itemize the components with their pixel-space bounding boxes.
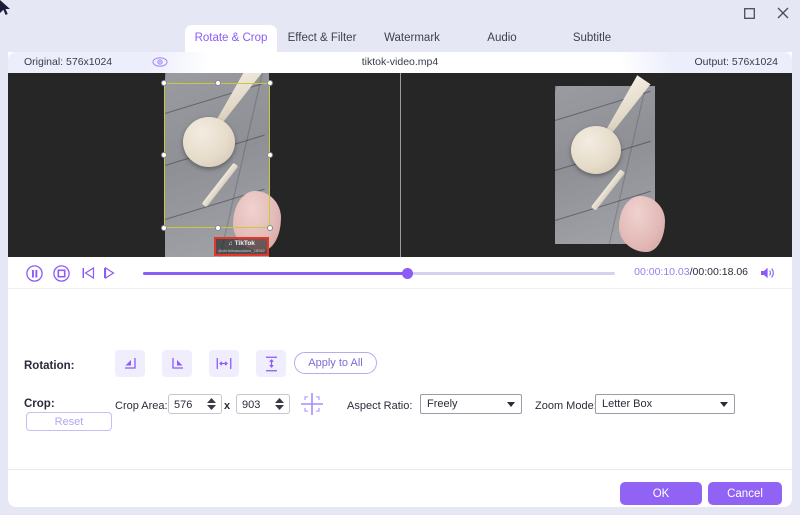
apply-to-all-button[interactable]: Apply to All — [294, 352, 377, 374]
crop-handle-se[interactable] — [267, 225, 273, 231]
hand — [619, 196, 665, 252]
zoom-mode-label: Zoom Mode: — [535, 400, 597, 412]
total-time-label: 00:00:18.06 — [692, 266, 748, 278]
crop-height-input[interactable] — [242, 397, 272, 412]
output-preview-pane[interactable] — [400, 73, 792, 257]
maximize-icon[interactable] — [740, 4, 758, 22]
next-frame-icon[interactable] — [104, 266, 118, 285]
stop-icon[interactable] — [53, 265, 70, 287]
original-preview-pane[interactable]: ♫ TikTok @christinascuisine_18042 — [8, 73, 400, 257]
tab-effect-filter[interactable]: Effect & Filter — [277, 25, 367, 52]
crop-handle-sw[interactable] — [161, 225, 167, 231]
tiktok-brand-label: TikTok — [234, 240, 255, 247]
playback-controls: 00:00:10.03/00:00:18.06 — [8, 257, 792, 289]
previous-frame-icon[interactable] — [81, 266, 95, 285]
crop-width-arrows[interactable] — [207, 398, 216, 410]
rotation-label: Rotation: — [24, 360, 75, 372]
dimension-separator: x — [224, 400, 231, 412]
aspect-ratio-label: Aspect Ratio: — [347, 400, 413, 412]
media-info-strip: Original: 576x1024 tiktok-video.mp4 Outp… — [8, 52, 792, 73]
output-resolution-label: Output: 576x1024 — [694, 56, 778, 68]
aspect-ratio-value: Freely — [427, 398, 458, 410]
crop-selection-box[interactable] — [161, 80, 273, 231]
chevron-down-icon — [507, 402, 515, 407]
output-video-frame — [554, 86, 665, 252]
seek-slider-knob[interactable] — [402, 268, 413, 279]
chevron-down-icon — [720, 402, 728, 407]
crop-width-stepper[interactable] — [168, 394, 222, 414]
aspect-ratio-select[interactable]: Freely — [420, 394, 522, 414]
reset-button[interactable]: Reset — [26, 412, 112, 431]
file-name-label: tiktok-video.mp4 — [361, 56, 439, 68]
preview-area: ♫ TikTok @christinascuisine_18042 — [8, 73, 792, 257]
cake-pop-ball — [571, 126, 621, 174]
footer-divider — [8, 469, 792, 470]
seek-slider-track[interactable] — [143, 268, 615, 279]
ok-button[interactable]: OK — [620, 482, 702, 505]
crop-height-stepper[interactable] — [236, 394, 290, 414]
rotate-left-icon[interactable] — [115, 350, 145, 377]
crop-handle-nw[interactable] — [161, 80, 167, 86]
crop-height-arrows[interactable] — [275, 398, 284, 410]
pause-icon[interactable] — [26, 265, 43, 287]
center-crop-icon[interactable] — [299, 391, 325, 417]
tab-bar: Rotate & Crop Effect & Filter Watermark … — [0, 25, 800, 52]
title-bar — [0, 0, 800, 25]
video-editor-window: Rotate & Crop Effect & Filter Watermark … — [0, 0, 800, 515]
crop-width-input[interactable] — [174, 397, 204, 412]
window-controls — [740, 4, 792, 22]
music-note-icon: ♫ — [228, 240, 233, 247]
zoom-mode-select[interactable]: Letter Box — [595, 394, 735, 414]
flip-horizontal-icon[interactable] — [209, 350, 239, 377]
seek-slider-fill — [143, 272, 408, 275]
rotate-right-icon[interactable] — [162, 350, 192, 377]
crop-handle-w[interactable] — [161, 152, 167, 158]
crop-handle-e[interactable] — [267, 152, 273, 158]
close-icon[interactable] — [774, 4, 792, 22]
crop-handle-ne[interactable] — [267, 80, 273, 86]
tiktok-watermark-highlight: ♫ TikTok @christinascuisine_18042 — [214, 237, 269, 256]
time-display: 00:00:10.03/00:00:18.06 — [634, 266, 748, 278]
crop-label: Crop: — [24, 398, 55, 410]
tab-rotate-crop[interactable]: Rotate & Crop — [185, 25, 277, 52]
editor-panel: Original: 576x1024 tiktok-video.mp4 Outp… — [8, 52, 792, 507]
tab-audio[interactable]: Audio — [457, 25, 547, 52]
tab-watermark[interactable]: Watermark — [367, 25, 457, 52]
zoom-mode-value: Letter Box — [602, 398, 653, 410]
flip-vertical-icon[interactable] — [256, 350, 286, 377]
volume-icon[interactable] — [760, 266, 776, 280]
tiktok-user-label: @christinascuisine_18042 — [218, 248, 265, 253]
cancel-button[interactable]: Cancel — [708, 482, 782, 505]
crop-area-label: Crop Area: — [115, 400, 168, 412]
tab-subtitle[interactable]: Subtitle — [547, 25, 637, 52]
mouse-cursor-icon — [0, 0, 12, 16]
crop-handle-s[interactable] — [215, 225, 221, 231]
crop-handle-n[interactable] — [215, 80, 221, 86]
current-time-label: 00:00:10.03 — [634, 266, 690, 278]
